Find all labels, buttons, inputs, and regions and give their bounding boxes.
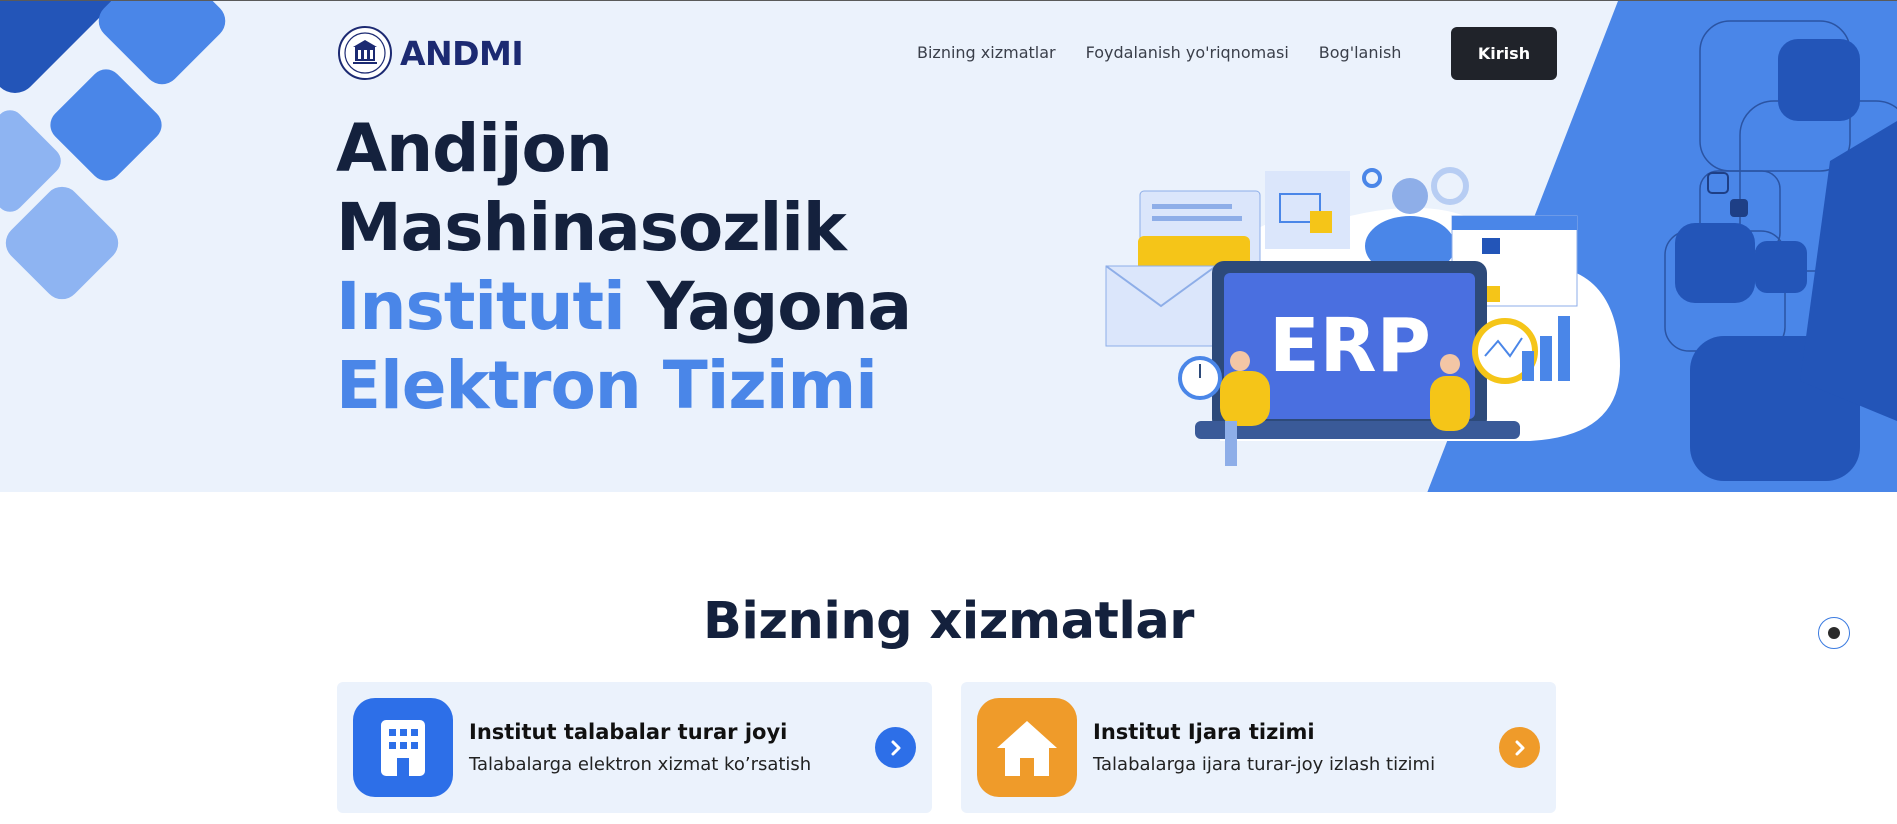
nav-link-guide[interactable]: Foydalanish yo'riqnomasi xyxy=(1086,43,1289,62)
login-button[interactable]: Kirish xyxy=(1451,27,1557,80)
chevron-right-icon[interactable] xyxy=(875,727,916,768)
hero-title-line3-accent: Instituti xyxy=(336,268,626,345)
main-menu: Bizning xizmatlar Foydalanish yo'riqnoma… xyxy=(917,43,1431,62)
brand-name: ANDMI xyxy=(400,33,524,73)
hero-section: ANDMI Bizning xizmatlar Foydalanish yo'r… xyxy=(0,0,1897,492)
illustration-erp-label: ERP xyxy=(1269,303,1431,389)
building-icon xyxy=(353,698,453,797)
service-card-subtitle: Talabalarga elektron xizmat ko’rsatish xyxy=(469,754,812,775)
chevron-right-icon[interactable] xyxy=(1499,727,1540,768)
floating-scroll-button[interactable] xyxy=(1818,617,1850,649)
dot-icon xyxy=(1828,627,1840,639)
hero-title-line2: Mashinasozlik xyxy=(336,189,847,266)
nav-link-services[interactable]: Bizning xizmatlar xyxy=(917,43,1056,62)
service-card-dormitory[interactable]: Institut talabalar turar joyi Talabalarg… xyxy=(337,682,932,813)
institute-emblem-icon xyxy=(338,26,392,80)
nav-link-contact[interactable]: Bog'lanish xyxy=(1319,43,1402,62)
service-card-rental[interactable]: Institut Ijara tizimi Talabalarga ijara … xyxy=(961,682,1556,813)
hero-title-line4: Elektron Tizimi xyxy=(336,347,878,424)
hero-title-line1: Andijon xyxy=(336,110,613,187)
service-card-title: Institut talabalar turar joyi xyxy=(469,720,788,744)
service-card-subtitle: Talabalarga ijara turar-joy izlash tizim… xyxy=(1093,754,1436,775)
services-section-title: Bizning xizmatlar xyxy=(703,592,1194,651)
erp-illustration: ERP xyxy=(1105,167,1620,466)
hero-title-line3-dark: Yagona xyxy=(624,268,912,345)
house-icon xyxy=(977,698,1077,797)
top-navbar: ANDMI Bizning xizmatlar Foydalanish yo'r… xyxy=(337,23,1557,83)
service-card-title: Institut Ijara tizimi xyxy=(1093,720,1315,744)
hero-title: Andijon Mashinasozlik Instituti Yagona E… xyxy=(336,109,912,425)
brand-logo[interactable]: ANDMI xyxy=(337,25,524,81)
